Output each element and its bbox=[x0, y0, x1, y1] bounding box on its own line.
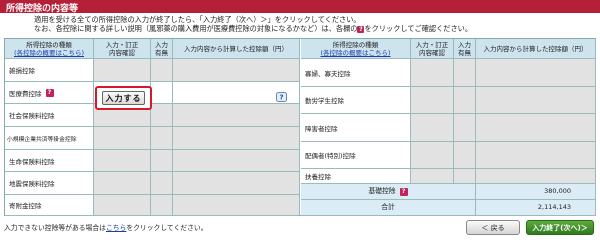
row-has-life bbox=[151, 150, 173, 172]
row-label-donation: 寄附金控除 bbox=[5, 195, 94, 216]
header-type: 所得控除の種類 (各控除の概要はこちら) bbox=[5, 39, 94, 59]
title-bar: 所得控除の内容等 bbox=[0, 0, 600, 14]
finish-input-next-button[interactable]: 入力終了(次へ)＞ bbox=[526, 220, 594, 235]
row-amount-life bbox=[173, 150, 300, 172]
row-amount-social bbox=[173, 104, 300, 127]
header-type-right: 所得控除の種類 (各控除の概要はこちら) bbox=[301, 39, 411, 59]
header-input-right: 入力・訂正 内容確認 bbox=[411, 39, 454, 59]
row-amount-dependent bbox=[476, 169, 596, 184]
row-input-student bbox=[411, 87, 454, 114]
header-has: 入力 有無 bbox=[151, 39, 173, 59]
row-label-zasson: 雑損控除 bbox=[5, 59, 94, 82]
row-input-donation bbox=[94, 195, 151, 216]
row-has-small-business bbox=[151, 127, 173, 150]
medical-input-highlight: 入力する bbox=[95, 86, 152, 110]
footer-link[interactable]: こちら bbox=[106, 224, 126, 232]
overview-link-left[interactable]: (各控除の概要はこちら) bbox=[14, 49, 84, 57]
row-label-disabled: 障害者控除 bbox=[301, 114, 411, 142]
total-amount: 2,114,143 bbox=[476, 200, 596, 216]
row-label-social: 社会保険料控除 bbox=[5, 104, 94, 127]
medical-help-icon[interactable]: ? bbox=[45, 88, 54, 97]
row-input-life bbox=[94, 150, 151, 172]
row-input-disabled bbox=[411, 114, 454, 142]
row-amount-earthquake bbox=[173, 172, 300, 195]
row-label-widow: 寡婦、寡夫控除 bbox=[301, 59, 411, 87]
page-title: 所得控除の内容等 bbox=[6, 4, 79, 14]
header-amount-right: 入力内容から計算した控除額（円） bbox=[476, 39, 596, 59]
row-amount-spouse bbox=[476, 142, 596, 169]
row-has-student bbox=[454, 87, 476, 114]
header-amount: 入力内容から計算した控除額（円） bbox=[173, 39, 300, 59]
row-amount-zasson bbox=[173, 59, 300, 82]
row-amount-widow bbox=[476, 59, 596, 87]
row-amount-small-business bbox=[173, 127, 300, 150]
row-input-widow bbox=[411, 59, 454, 87]
row-label-spouse: 配偶者(特別)控除 bbox=[301, 142, 411, 169]
basic-deduction-label: 基礎控除? bbox=[301, 184, 476, 200]
row-input-spouse bbox=[411, 142, 454, 169]
row-label-earthquake: 地震保険料控除 bbox=[5, 172, 94, 195]
footer-note: 入力できない控除等がある場合はこちらをクリックしてください。 bbox=[4, 224, 208, 232]
overview-link-right[interactable]: (各控除の概要はこちら) bbox=[320, 49, 390, 57]
row-label-life: 生命保険料控除 bbox=[5, 150, 94, 172]
row-has-earthquake bbox=[151, 172, 173, 195]
row-label-small-business: 小規模企業共済等掛金控除 bbox=[5, 127, 94, 150]
intro-line-1: 適用を受ける全ての所得控除の入力が終了したら、「入力終了（次へ）＞」をクリックし… bbox=[34, 15, 361, 24]
header-has-right: 入力 有無 bbox=[454, 39, 476, 59]
row-input-earthquake bbox=[94, 172, 151, 195]
row-input-dependent bbox=[411, 169, 454, 184]
row-has-dependent bbox=[454, 169, 476, 184]
row-input-zasson bbox=[94, 59, 151, 82]
back-button[interactable]: ＜ 戻る bbox=[466, 220, 520, 235]
row-label-dependent: 扶養控除 bbox=[301, 169, 411, 184]
intro-text: 適用を受ける全ての所得控除の入力が終了したら、「入力終了（次へ）＞」をクリックし… bbox=[34, 15, 594, 33]
row-amount-student bbox=[476, 87, 596, 114]
deduction-table: 所得控除の種類 (各控除の概要はこちら) 入力・訂正 内容確認 入力 有無 入力… bbox=[4, 38, 596, 216]
row-has-disabled bbox=[454, 114, 476, 142]
svg-text:?: ? bbox=[279, 94, 283, 102]
row-has-donation bbox=[151, 195, 173, 216]
intro-line-2: なお、各控除に関する詳しい説明（風邪薬の購入費用が医療費控除の対象になるかなど）… bbox=[34, 24, 473, 33]
row-has-social bbox=[151, 104, 173, 127]
total-label: 合計 bbox=[301, 200, 476, 216]
row-has-medical bbox=[151, 82, 173, 104]
medical-input-button[interactable]: 入力する bbox=[102, 91, 145, 105]
row-label-medical: 医療費控除? bbox=[5, 82, 94, 104]
header-input: 入力・訂正 内容確認 bbox=[94, 39, 151, 59]
row-has-spouse bbox=[454, 142, 476, 169]
basic-deduction-amount: 380,000 bbox=[476, 184, 596, 200]
row-input-small-business bbox=[94, 127, 151, 150]
detail-help-icon[interactable]: ? bbox=[276, 92, 287, 102]
row-has-widow bbox=[454, 59, 476, 87]
row-amount-donation bbox=[173, 195, 300, 216]
row-has-zasson bbox=[151, 59, 173, 82]
basic-help-icon[interactable]: ? bbox=[399, 188, 408, 196]
row-amount-disabled bbox=[476, 114, 596, 142]
row-label-student: 勤労学生控除 bbox=[301, 87, 411, 114]
